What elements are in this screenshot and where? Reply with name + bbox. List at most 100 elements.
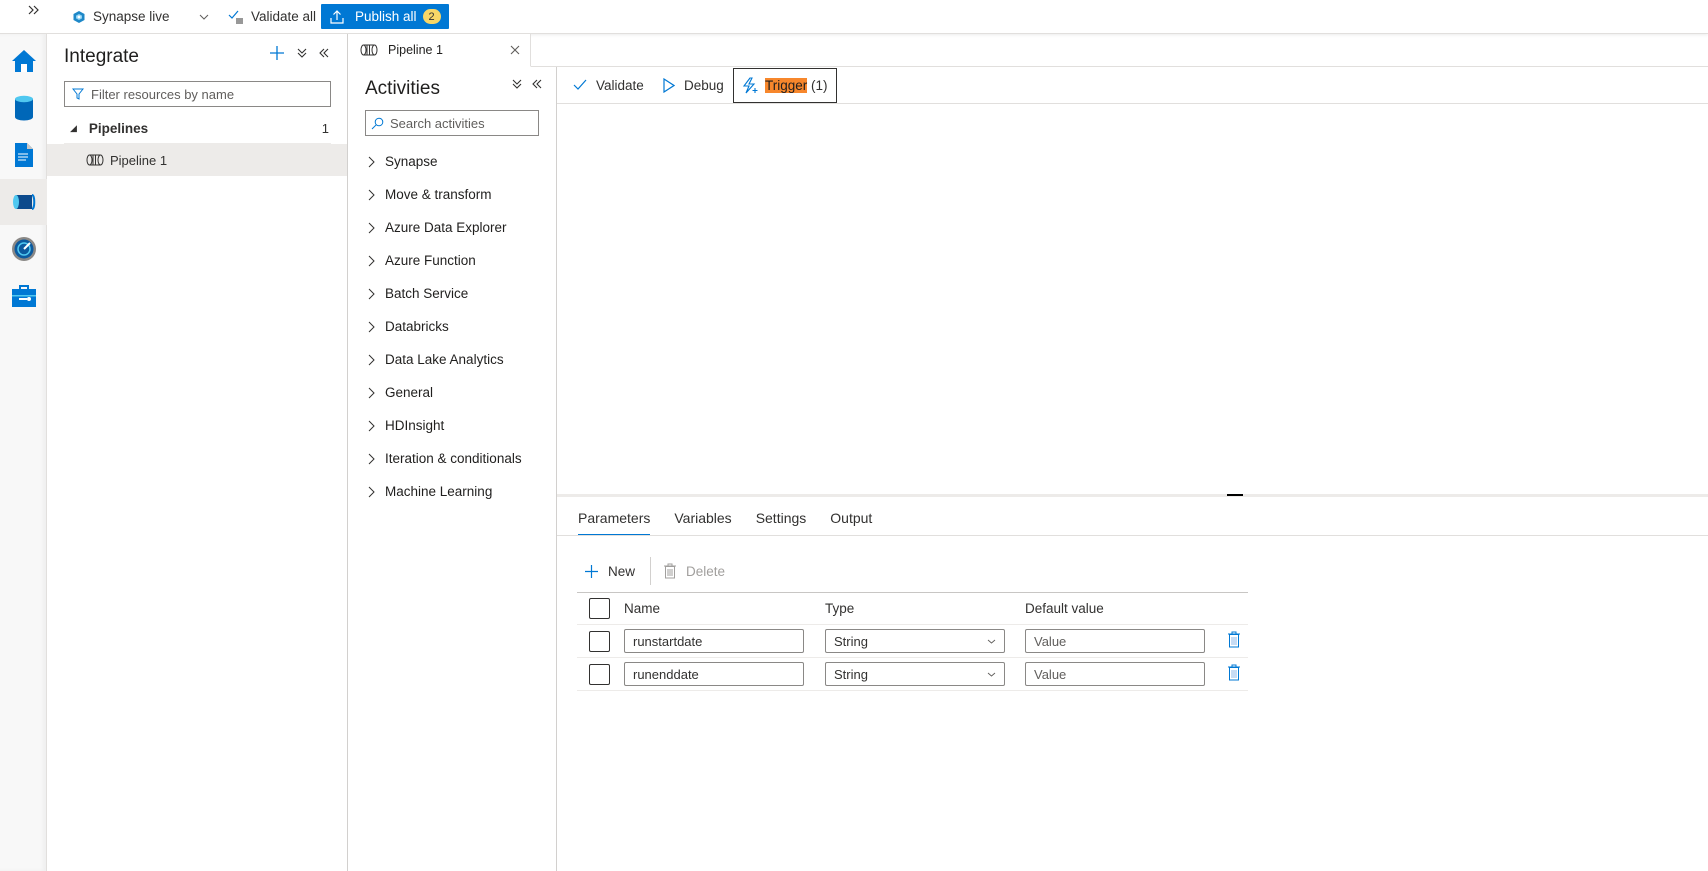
collapse-activities-button[interactable] [532, 79, 542, 89]
editor-tab-strip: Pipeline 1 [348, 34, 1708, 67]
parameter-default-input[interactable] [1034, 633, 1199, 649]
database-icon [14, 95, 33, 121]
filter-resources-field[interactable] [64, 81, 331, 107]
trash-icon [1228, 631, 1240, 648]
nav-integrate[interactable] [0, 179, 47, 225]
activity-group-data-lake-analytics[interactable]: Data Lake Analytics [365, 343, 555, 376]
activity-group-machine-learning[interactable]: Machine Learning [365, 475, 555, 508]
tab-variables[interactable]: Variables [674, 497, 731, 536]
activity-group-azure-data-explorer[interactable]: Azure Data Explorer [365, 211, 555, 244]
add-trigger-button[interactable]: Trigger (1) [733, 68, 837, 103]
parameter-name-field[interactable] [624, 662, 804, 686]
column-header-type: Type [825, 601, 855, 616]
mode-selector[interactable]: Synapse live [72, 0, 209, 33]
nav-monitor[interactable] [0, 226, 47, 272]
checkmark-icon [573, 79, 587, 90]
publish-all-label: Publish all [355, 9, 417, 24]
chevron-right-icon [368, 354, 375, 365]
tab-parameters[interactable]: Parameters [578, 497, 651, 536]
tab-settings[interactable]: Settings [756, 497, 807, 536]
activity-group-label: General [385, 385, 434, 400]
add-resource-button[interactable] [269, 45, 285, 61]
tab-output[interactable]: Output [830, 497, 872, 536]
nav-manage[interactable] [0, 273, 47, 319]
tree-group-pipelines[interactable]: ◢ Pipelines 1 [64, 114, 331, 144]
nav-home[interactable] [0, 38, 47, 84]
parameter-default-field[interactable] [1025, 662, 1205, 686]
activity-group-general[interactable]: General [365, 376, 555, 409]
nav-develop[interactable] [0, 132, 47, 178]
activity-group-databricks[interactable]: Databricks [365, 310, 555, 343]
close-tab-button[interactable] [510, 42, 520, 58]
parameter-default-field[interactable] [1025, 629, 1205, 653]
publish-all-button[interactable]: Publish all 2 [321, 4, 449, 29]
collapse-all-activities-button[interactable] [512, 79, 522, 89]
chevron-right-icon [368, 453, 375, 464]
activity-group-hdinsight[interactable]: HDInsight [365, 409, 555, 442]
plus-icon [585, 564, 598, 578]
validate-all-label: Validate all [251, 9, 317, 24]
table-row: String [577, 658, 1248, 691]
parameter-default-input[interactable] [1034, 666, 1199, 682]
plus-icon [270, 46, 284, 60]
new-parameter-button[interactable]: New [584, 564, 641, 579]
debug-button[interactable]: Debug [663, 67, 724, 103]
trigger-count: (1) [811, 78, 828, 93]
integrate-title: Integrate [64, 46, 139, 67]
activity-group-move-transform[interactable]: Move & transform [365, 178, 555, 211]
delete-row-button[interactable] [1227, 664, 1243, 684]
parameter-type-dropdown[interactable]: String [825, 662, 1005, 686]
parameter-name-input[interactable] [633, 633, 798, 649]
row-checkbox[interactable] [589, 630, 610, 652]
collapse-triangle-icon: ◢ [70, 123, 77, 133]
table-header-row: Name Type Default value [577, 592, 1248, 625]
double-chevron-down-icon [297, 48, 307, 58]
column-header-default-value: Default value [1025, 601, 1104, 616]
collapse-all-button[interactable] [297, 48, 307, 58]
search-activities-input[interactable] [390, 115, 535, 131]
chevron-right-icon [368, 255, 375, 266]
chevron-right-icon [368, 189, 375, 200]
expand-nav-button[interactable] [28, 2, 39, 18]
activity-group-synapse[interactable]: Synapse [365, 145, 555, 178]
delete-row-button[interactable] [1227, 631, 1243, 651]
upload-icon [330, 9, 344, 24]
synapse-icon [73, 10, 85, 23]
top-bar: Synapse live Validate all Publish all 2 [0, 0, 1708, 34]
trash-icon [664, 563, 677, 579]
activity-group-azure-function[interactable]: Azure Function [365, 244, 555, 277]
nav-data[interactable] [0, 85, 47, 131]
validate-all-button[interactable]: Validate all [228, 0, 316, 33]
chevron-right-icon [368, 420, 375, 431]
chevron-right-icon [368, 222, 375, 233]
pipeline-canvas[interactable] [557, 104, 1708, 494]
activities-panel: Activities Synapse Move & transform Azur… [348, 67, 557, 871]
canvas-toolbar: Validate Debug Trigger (1) [557, 67, 1708, 104]
delete-parameter-button[interactable]: Delete [663, 563, 731, 579]
activity-group-label: Move & transform [385, 187, 492, 202]
search-activities-field[interactable] [365, 110, 539, 136]
double-chevron-down-icon [512, 79, 522, 89]
properties-panel: Parameters Variables Settings Output New… [557, 497, 1708, 871]
parameter-name-input[interactable] [633, 666, 798, 682]
tree-item-pipeline-1[interactable]: Pipeline 1 [47, 144, 347, 176]
activity-group-iteration-conditionals[interactable]: Iteration & conditionals [365, 442, 555, 475]
parameter-type-dropdown[interactable]: String [825, 629, 1005, 653]
editor-tab-pipeline-1[interactable]: Pipeline 1 [348, 34, 531, 67]
double-chevron-left-icon [532, 79, 542, 89]
activity-group-label: Batch Service [385, 286, 469, 301]
select-all-checkbox[interactable] [589, 598, 610, 619]
pipeline-icon [86, 154, 104, 166]
row-checkbox[interactable] [589, 663, 610, 685]
toolbox-icon [11, 285, 36, 307]
collapse-panel-button[interactable] [319, 48, 329, 58]
tabs-divider [557, 535, 1708, 536]
parameter-name-field[interactable] [624, 629, 804, 653]
filter-resources-input[interactable] [91, 86, 321, 102]
pipeline-icon [360, 44, 378, 56]
splitter-handle[interactable] [1227, 494, 1243, 496]
mode-label: Synapse live [93, 9, 170, 24]
activity-group-batch-service[interactable]: Batch Service [365, 277, 555, 310]
validate-button[interactable]: Validate [573, 67, 644, 103]
gauge-icon [11, 237, 36, 261]
